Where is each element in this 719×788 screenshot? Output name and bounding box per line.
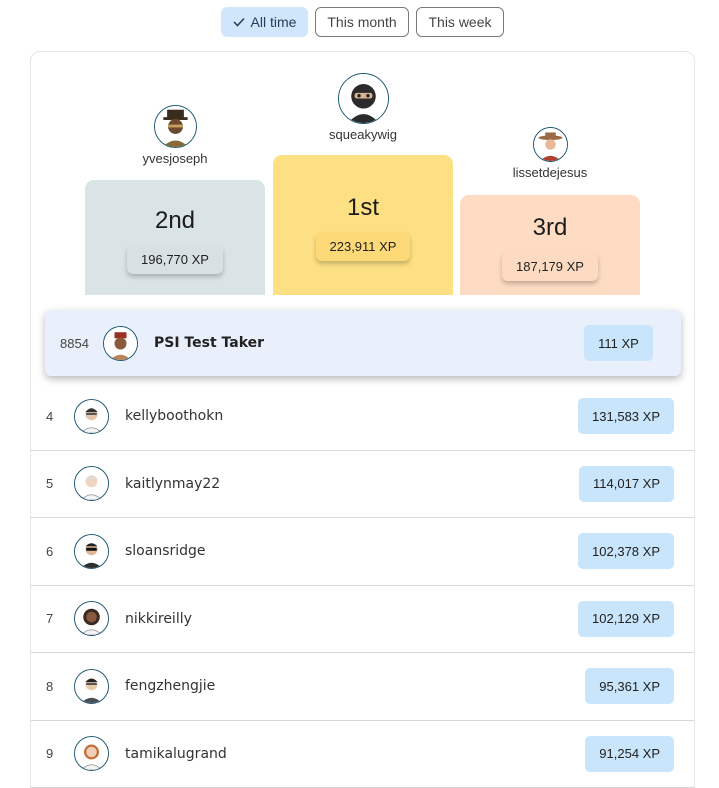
row-rank: 8 xyxy=(46,678,54,694)
current-user-rank: 8854 xyxy=(60,335,89,351)
avatar-lissetdejesus xyxy=(532,127,568,162)
podium-first-block: 1st 223,911 XP xyxy=(273,155,453,295)
podium-second-block: 2nd 196,770 XP xyxy=(85,180,265,295)
podium-first-rank: 1st xyxy=(346,194,379,221)
avatar-nikkireilly xyxy=(74,601,109,637)
row-xp: 91,254 XP xyxy=(585,735,674,772)
row-username: fengzhengjie xyxy=(125,678,216,695)
current-user-name: PSI Test Taker xyxy=(154,335,265,351)
row-username: nikkireilly xyxy=(125,610,192,627)
podium-first-user[interactable]: squeakywig xyxy=(283,73,443,142)
podium-second-name: yvesjoseph xyxy=(142,151,208,166)
avatar-tamikalugrand xyxy=(74,736,109,772)
row-xp: 114,017 XP xyxy=(579,465,674,502)
row-xp: 102,378 XP xyxy=(578,533,674,570)
avatar-kaitlynmay22 xyxy=(74,466,109,502)
current-user-row[interactable]: 8854 PSI Test Taker 111 XP xyxy=(45,310,681,376)
podium-second-user[interactable]: yvesjoseph xyxy=(95,105,255,166)
avatar-yvesjoseph xyxy=(153,105,197,148)
leaderboard-row[interactable]: 8 fengzhengjie 95,361 XP xyxy=(31,653,694,721)
podium-first-xp: 223,911 XP xyxy=(315,232,411,261)
avatar-kellyboothokn xyxy=(74,398,109,434)
podium-third-rank: 3rd xyxy=(532,214,568,241)
leaderboard-row[interactable]: 6 sloansridge 102,378 XP xyxy=(31,518,694,586)
row-username: tamikalugrand xyxy=(125,745,227,762)
row-rank: 6 xyxy=(46,543,54,559)
row-rank: 7 xyxy=(46,611,54,627)
row-username: kaitlynmay22 xyxy=(125,475,221,492)
row-username: sloansridge xyxy=(125,543,206,560)
checkmark-icon xyxy=(233,17,245,27)
filter-this-month-button[interactable]: This month xyxy=(315,7,409,37)
current-user-xp: 111 XP xyxy=(584,325,653,361)
leaderboard-row[interactable]: 9 tamikalugrand 91,254 XP xyxy=(31,721,694,788)
filter-this-week-button[interactable]: This week xyxy=(416,7,504,37)
filter-all-time-button[interactable]: All time xyxy=(221,7,308,37)
podium-third-name: lissetdejesus xyxy=(512,165,588,180)
avatar-sloansridge xyxy=(74,533,109,569)
row-rank: 4 xyxy=(46,408,54,424)
podium-first-name: squeakywig xyxy=(329,127,397,142)
row-username: kellyboothokn xyxy=(125,408,224,425)
leaderboard-row[interactable]: 4 kellyboothokn 131,583 XP xyxy=(31,383,694,451)
avatar-squeakywig xyxy=(337,73,389,124)
leaderboard-row[interactable]: 7 nikkireilly 102,129 XP xyxy=(31,586,694,653)
time-filter-group: All time This month This week xyxy=(221,7,504,37)
filter-label: All time xyxy=(250,14,297,30)
row-xp: 131,583 XP xyxy=(578,398,674,435)
leaderboard-card: yvesjoseph squeakywig lissetdejesus 2nd … xyxy=(30,51,695,788)
podium-third-user[interactable]: lissetdejesus xyxy=(470,127,630,180)
leaderboard-list: 4 kellyboothokn 131,583 XP 5 kaitlynmay2… xyxy=(31,383,694,788)
podium-second-rank: 2nd xyxy=(154,207,196,234)
leaderboard-row[interactable]: 5 kaitlynmay22 114,017 XP xyxy=(31,451,694,518)
avatar-current-user xyxy=(103,325,138,361)
row-xp: 95,361 XP xyxy=(585,668,674,705)
row-rank: 5 xyxy=(46,476,54,492)
podium-third-block: 3rd 187,179 XP xyxy=(460,195,640,295)
row-xp: 102,129 XP xyxy=(578,600,674,637)
avatar-fengzhengjie xyxy=(74,668,109,704)
podium-second-xp: 196,770 XP xyxy=(127,245,223,274)
podium-third-xp: 187,179 XP xyxy=(502,252,598,281)
row-rank: 9 xyxy=(46,746,54,762)
